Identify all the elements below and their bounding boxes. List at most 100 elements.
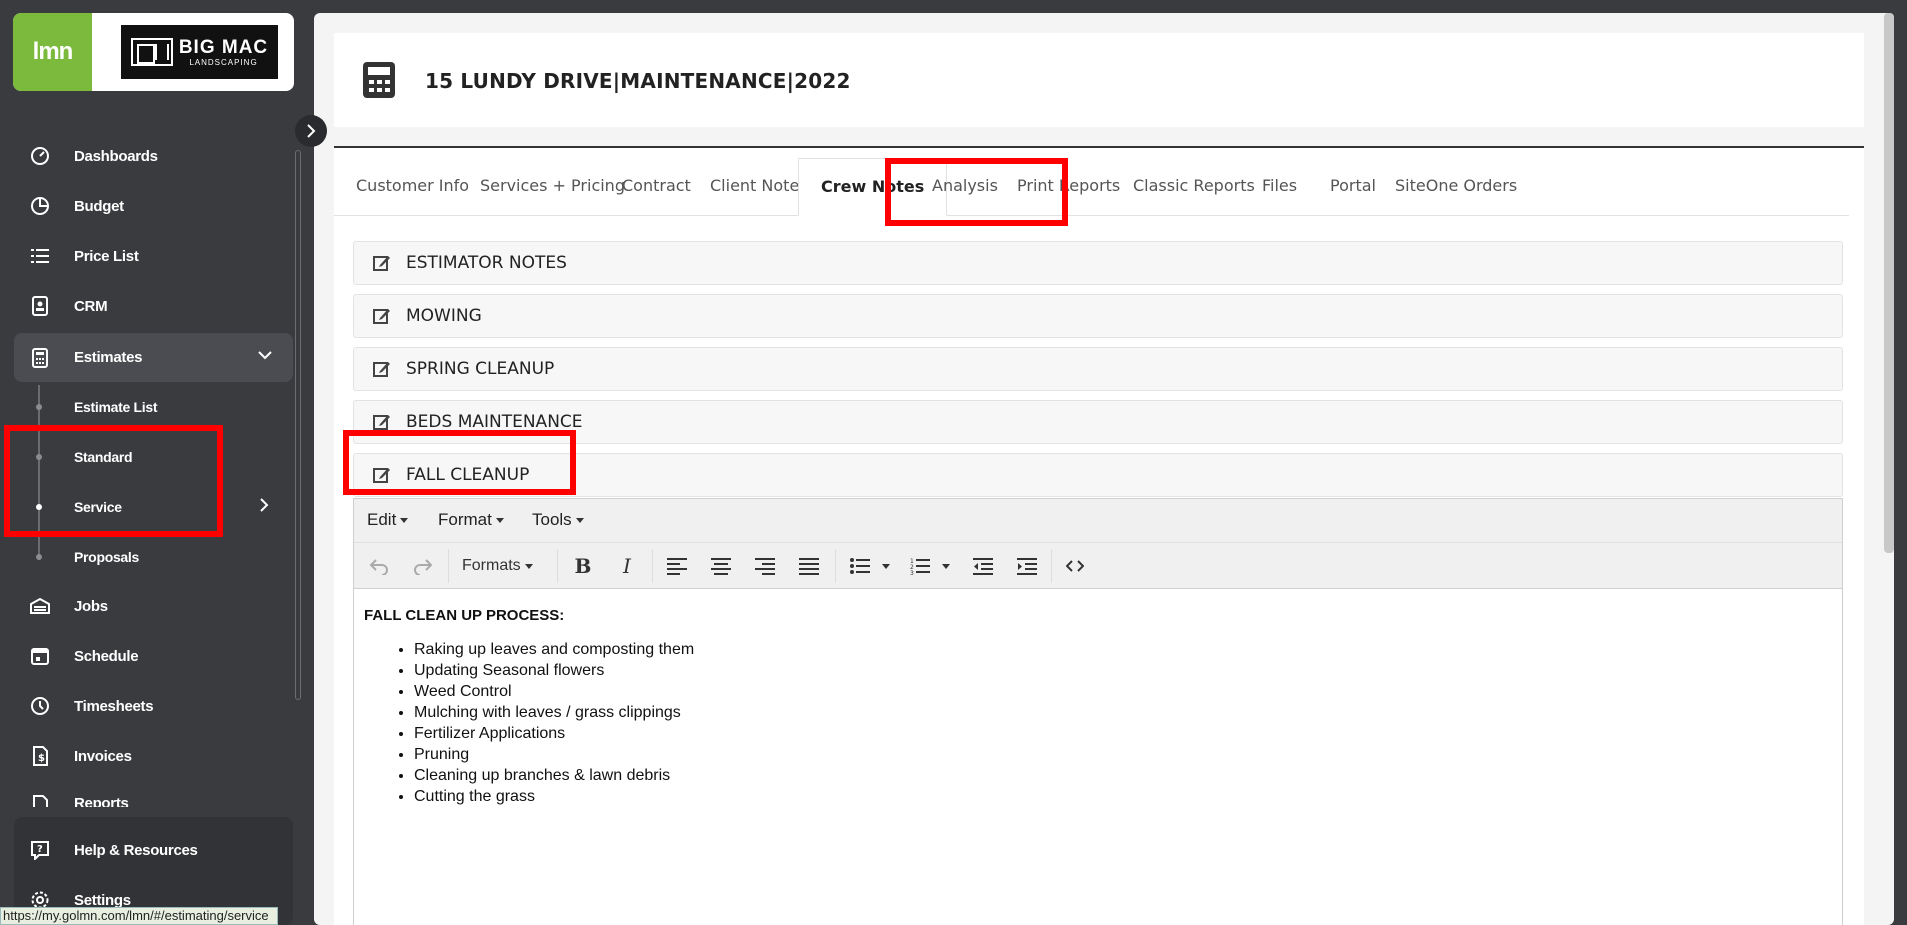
sidebar-item-help[interactable]: ? Help & Resources (14, 827, 293, 873)
caret-down-icon (400, 518, 409, 524)
sidebar-item-jobs[interactable]: Jobs (14, 583, 293, 629)
chevron-right-icon[interactable] (257, 497, 271, 518)
sidebar-item-crm[interactable]: CRM (14, 283, 293, 329)
sidebar-item-label: Invoices (74, 747, 132, 765)
editor-bullet-list: Raking up leaves and composting them Upd… (414, 639, 694, 807)
menu-label: Tools (532, 510, 572, 529)
italic-icon[interactable]: I (614, 553, 640, 579)
tab-services-pricing[interactable]: Services + Pricing (480, 176, 625, 195)
list-item: Cleaning up branches & lawn debris (414, 765, 694, 786)
dashboard-gauge-icon (28, 144, 52, 168)
undo-icon[interactable] (366, 553, 392, 579)
caret-down-icon (575, 518, 584, 524)
clock-icon (28, 694, 52, 718)
toolbar-separator (835, 549, 836, 583)
source-code-icon[interactable] (1062, 553, 1088, 579)
page-header: 15 LUNDY DRIVE|MAINTENANCE|2022 (334, 33, 1864, 127)
svg-text:$: $ (38, 753, 45, 764)
help-icon: ? (28, 838, 52, 862)
toolbar-separator (557, 549, 558, 583)
indent-icon[interactable] (1014, 553, 1040, 579)
sidebar-item-label: Help & Resources (74, 841, 198, 859)
lmn-logo-text: lmn (32, 38, 74, 65)
sidebar-collapse-button[interactable] (295, 115, 327, 147)
tab-portal[interactable]: Portal (1330, 176, 1376, 195)
menu-edit[interactable]: Edit (367, 510, 409, 530)
calculator-icon (363, 62, 395, 98)
caret-down-icon (524, 563, 533, 569)
tab-bar: Customer Info Services + Pricing Contrac… (334, 148, 1849, 216)
sidebar-item-schedule[interactable]: Schedule (14, 633, 293, 679)
panel-spring-cleanup[interactable]: SPRING CLEANUP (353, 347, 1843, 391)
status-bar-url: https://my.golmn.com/lmn/#/estimating/se… (0, 907, 278, 925)
sidebar-item-label: Price List (74, 247, 139, 265)
chevron-down-icon (257, 347, 273, 367)
chevron-right-icon (307, 124, 316, 138)
panel-estimator-notes[interactable]: ESTIMATOR NOTES (353, 241, 1843, 285)
submenu-dot (36, 554, 42, 560)
panel-beds-maintenance[interactable]: BEDS MAINTENANCE (353, 400, 1843, 444)
sidebar-item-label: Reports (74, 795, 129, 807)
panel-title: BEDS MAINTENANCE (406, 412, 583, 432)
align-right-icon[interactable] (752, 553, 778, 579)
sidebar-item-timesheets[interactable]: Timesheets (14, 683, 293, 729)
sidebar-subitem-proposals[interactable]: Proposals (74, 549, 139, 565)
bold-icon[interactable]: B (570, 553, 596, 579)
toolbar-separator (448, 549, 449, 583)
panel-mowing[interactable]: MOWING (353, 294, 1843, 338)
editor-heading: FALL CLEAN UP PROCESS: (364, 607, 565, 624)
svg-text:?: ? (37, 844, 43, 855)
editor-content[interactable]: FALL CLEAN UP PROCESS: Raking up leaves … (364, 607, 694, 807)
invoice-icon: $ (28, 744, 52, 768)
sidebar-item-price-list[interactable]: Price List (14, 233, 293, 279)
stack-icon (28, 594, 52, 618)
panel-title: MOWING (406, 306, 482, 326)
lmn-logo[interactable]: lmn (13, 13, 92, 91)
sidebar-item-invoices[interactable]: $ Invoices (14, 733, 293, 779)
tab-customer-info[interactable]: Customer Info (356, 176, 469, 195)
menu-label: Edit (367, 510, 397, 529)
tab-files[interactable]: Files (1262, 176, 1297, 195)
panel-title: SPRING CLEANUP (406, 359, 555, 379)
numbered-list-icon[interactable]: 123 (908, 553, 956, 579)
edit-icon (373, 256, 390, 271)
caret-down-icon (495, 518, 504, 524)
align-center-icon[interactable] (708, 553, 734, 579)
align-left-icon[interactable] (664, 553, 690, 579)
formats-dropdown[interactable]: Formats (462, 553, 533, 579)
contact-card-icon (28, 294, 52, 318)
sidebar-subitem-estimate-list[interactable]: Estimate List (74, 399, 158, 415)
list-item: Pruning (414, 744, 694, 765)
list-item: Cutting the grass (414, 786, 694, 807)
tab-client-notes[interactable]: Client Notes (710, 176, 808, 195)
edit-icon (373, 309, 390, 324)
outdent-icon[interactable] (970, 553, 996, 579)
sidebar-item-reports[interactable]: Reports (14, 783, 293, 807)
edit-icon (373, 415, 390, 430)
sidebar-item-budget[interactable]: Budget (14, 183, 293, 229)
content-card: Customer Info Services + Pricing Contrac… (334, 148, 1864, 925)
tab-siteone-orders[interactable]: SiteOne Orders (1395, 176, 1517, 195)
redo-icon[interactable] (410, 553, 436, 579)
tab-classic-reports[interactable]: Classic Reports (1133, 176, 1255, 195)
sidebar-item-label: Budget (74, 197, 124, 215)
panel-fall-cleanup[interactable]: FALL CLEANUP (353, 453, 1843, 497)
page-scrollbar[interactable] (1884, 13, 1894, 553)
edit-icon (373, 362, 390, 377)
sidebar-item-dashboards[interactable]: Dashboards (14, 133, 293, 179)
menu-tools[interactable]: Tools (532, 510, 584, 530)
list-item: Weed Control (414, 681, 694, 702)
sidebar-item-estimates[interactable]: Estimates (14, 333, 293, 382)
sidebar-item-label: CRM (74, 297, 108, 315)
menu-format[interactable]: Format (438, 510, 504, 530)
sidebar-item-label: Settings (74, 891, 131, 909)
align-justify-icon[interactable] (796, 553, 822, 579)
tab-contract[interactable]: Contract (622, 176, 691, 195)
highlight-box (4, 425, 223, 537)
sidebar-scrollbar[interactable] (295, 150, 301, 700)
panel-title: ESTIMATOR NOTES (406, 253, 567, 273)
sidebar-item-label: Schedule (74, 647, 139, 665)
bullet-list-icon[interactable] (848, 553, 896, 579)
calculator-icon (28, 346, 52, 370)
editor-toolbar: Formats B I 123 (354, 543, 1842, 589)
